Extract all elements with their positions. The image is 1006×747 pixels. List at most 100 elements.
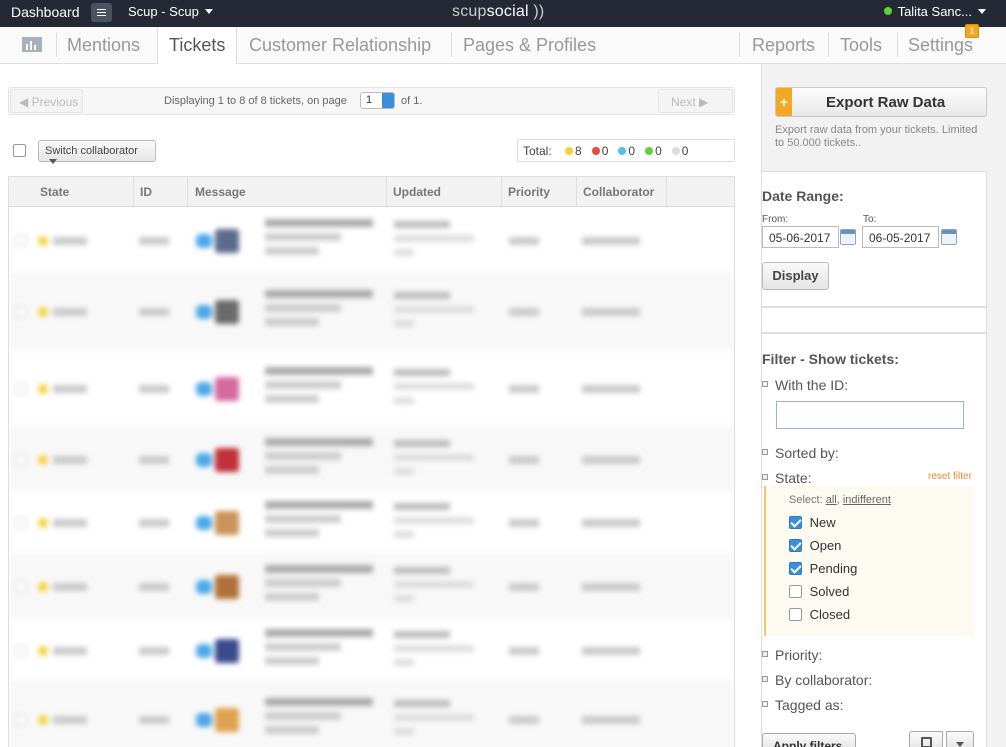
row-message[interactable] [265,290,373,332]
select-indifferent-link[interactable]: indifferent [843,494,891,506]
row-priority[interactable] [509,237,539,245]
table-row[interactable] [9,491,734,555]
row-message[interactable] [265,565,373,607]
row-state[interactable] [53,716,87,724]
row-message[interactable] [265,501,373,543]
state-option-closed[interactable]: Closed [789,607,850,622]
row-message[interactable] [265,438,373,480]
tab-reports[interactable]: Reports [752,35,815,56]
state-checkbox[interactable] [789,608,802,621]
row-priority[interactable] [509,456,539,464]
row-collaborator[interactable] [582,237,640,245]
row-message[interactable] [265,219,373,261]
calendar-icon[interactable] [840,229,856,245]
row-state[interactable] [53,385,87,393]
table-row[interactable] [9,349,734,428]
row-message[interactable] [265,367,373,409]
row-checkbox[interactable] [15,383,27,395]
col-id[interactable]: ID [140,185,152,199]
bar-chart-icon[interactable] [22,37,42,52]
calendar-icon[interactable] [941,229,957,245]
row-state[interactable] [53,583,87,591]
row-priority[interactable] [509,308,539,316]
row-checkbox[interactable] [15,517,27,529]
table-row[interactable] [9,555,734,619]
display-button[interactable]: Display [762,262,829,290]
row-state[interactable] [53,237,87,245]
row-state[interactable] [53,647,87,655]
dashboard-link[interactable]: Dashboard [11,4,80,20]
state-checkbox[interactable] [789,562,802,575]
row-collaborator[interactable] [582,456,640,464]
row-collaborator[interactable] [582,647,640,655]
next-button[interactable]: Next ▶ [658,89,733,113]
row-checkbox[interactable] [15,454,27,466]
row-collaborator[interactable] [582,716,640,724]
row-collaborator[interactable] [582,385,640,393]
state-checkbox[interactable] [789,539,802,552]
collapse-icon[interactable] [762,474,768,480]
account-selector[interactable]: Scup - Scup [128,4,213,19]
row-collaborator[interactable] [582,519,640,527]
notification-badge[interactable]: 1 [965,24,979,38]
filter-priority-label[interactable]: Priority: [775,647,822,663]
col-priority[interactable]: Priority [508,185,550,199]
filter-state-label[interactable]: State: [775,470,812,486]
row-state[interactable] [53,456,87,464]
filter-by-collaborator-label[interactable]: By collaborator: [775,672,872,688]
expand-icon[interactable] [762,449,768,455]
state-checkbox[interactable] [789,585,802,598]
row-message[interactable] [265,629,373,671]
filter-with-id-label[interactable]: With the ID: [775,377,848,393]
from-date-input[interactable]: 05-06-2017 [762,226,839,248]
apply-filters-button[interactable]: Apply filters [762,733,856,747]
filter-sorted-by-label[interactable]: Sorted by: [775,445,839,461]
tab-tools[interactable]: Tools [840,35,882,56]
table-row[interactable] [9,428,734,491]
table-row[interactable] [9,207,734,274]
state-option-solved[interactable]: Solved [789,584,849,599]
row-priority[interactable] [509,583,539,591]
save-filter-dropdown[interactable] [946,731,974,747]
table-row[interactable] [9,274,734,349]
ticket-id-input[interactable] [776,401,964,429]
to-date-input[interactable]: 06-05-2017 [862,226,939,248]
previous-button[interactable]: ◀ Previous [10,89,83,113]
user-menu[interactable]: Talita Sanc... [883,4,986,19]
export-raw-data-button[interactable]: + Export Raw Data [775,87,987,117]
table-row[interactable] [9,682,734,747]
expand-icon[interactable] [762,651,768,657]
table-row[interactable] [9,619,734,682]
row-priority[interactable] [509,519,539,527]
row-priority[interactable] [509,385,539,393]
row-checkbox[interactable] [15,306,27,318]
tab-pages-profiles[interactable]: Pages & Profiles [463,35,596,56]
expand-icon[interactable] [762,676,768,682]
row-state[interactable] [53,519,87,527]
tab-settings[interactable]: Settings [908,35,973,56]
state-option-open[interactable]: Open [789,538,841,553]
select-all-link[interactable]: all [826,494,837,506]
col-state[interactable]: State [40,185,69,199]
menu-icon[interactable] [91,3,112,22]
state-option-new[interactable]: New [789,515,836,530]
row-collaborator[interactable] [582,308,640,316]
row-collaborator[interactable] [582,583,640,591]
tab-customer-relationship[interactable]: Customer Relationship [249,35,431,56]
row-checkbox[interactable] [15,645,27,657]
row-state[interactable] [53,308,87,316]
row-message[interactable] [265,698,373,740]
row-priority[interactable] [509,647,539,655]
state-checkbox[interactable] [789,516,802,529]
col-collaborator[interactable]: Collaborator [583,185,654,199]
col-updated[interactable]: Updated [393,185,441,199]
page-select[interactable]: 1 [360,92,395,109]
save-filter-button[interactable] [909,731,943,747]
tab-mentions[interactable]: Mentions [67,35,140,56]
expand-icon[interactable] [762,701,768,707]
reset-filter-link[interactable]: reset filter [928,471,972,482]
row-checkbox[interactable] [15,235,27,247]
tab-tickets[interactable]: Tickets [157,27,238,64]
state-option-pending[interactable]: Pending [789,561,857,576]
filter-tagged-as-label[interactable]: Tagged as: [775,697,844,713]
